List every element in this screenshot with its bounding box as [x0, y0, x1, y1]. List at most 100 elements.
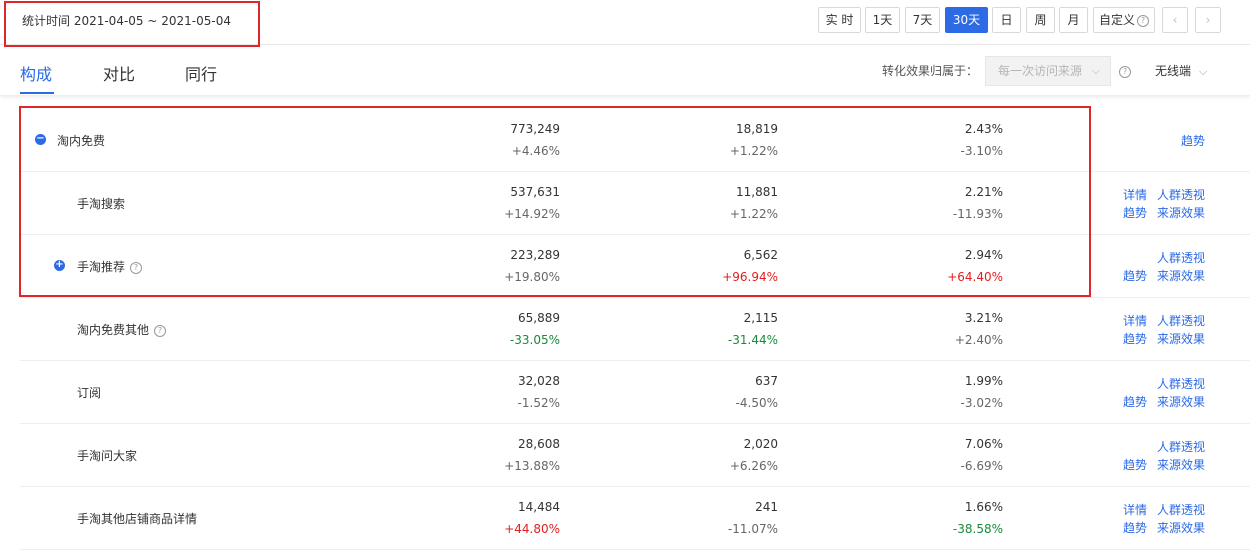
source-name-text: 淘内免费其他: [77, 323, 150, 337]
conversion-change: -3.10%: [960, 144, 1003, 158]
table-row: − 淘内免费 773,249 +4.46% 18,819 +1.22% 2.43…: [20, 108, 1250, 172]
visitors-change: +14.92%: [504, 207, 560, 221]
conversion-change: -11.93%: [952, 207, 1003, 221]
top-bar: 统计时间 2021-04-05 ~ 2021-05-04 实 时 1天 7天 3…: [0, 0, 1250, 45]
device-value: 无线端: [1155, 64, 1192, 78]
chevron-left-icon: ‹: [1172, 13, 1178, 27]
visitors-value: 32,028: [518, 374, 560, 388]
buyers-value: 18,819: [736, 122, 778, 136]
source-effect-link[interactable]: 来源效果: [1157, 330, 1205, 347]
visitors-change: +13.88%: [504, 459, 560, 473]
tab-composition[interactable]: 构成: [20, 61, 52, 85]
help-icon: ?: [1137, 14, 1149, 27]
range-30day-button[interactable]: 30天: [945, 7, 988, 33]
source-name: 手淘搜索: [77, 197, 126, 211]
visitors-change: -33.05%: [509, 333, 560, 347]
table-row: 手淘问大家 28,608 +13.88% 2,020 +6.26% 7.06% …: [20, 423, 1250, 487]
buyers-change: +1.22%: [729, 207, 778, 221]
range-realtime-button[interactable]: 实 时: [818, 7, 861, 33]
range-month-button[interactable]: 月: [1059, 7, 1088, 33]
source-name: 手淘推荐?: [77, 258, 143, 275]
trend-link[interactable]: 趋势: [1123, 267, 1147, 284]
visitors-change: -1.52%: [517, 396, 560, 410]
range-1day-button[interactable]: 1天: [865, 7, 900, 33]
detail-link[interactable]: 详情: [1123, 501, 1147, 518]
next-period-button[interactable]: ›: [1195, 7, 1221, 33]
conversion-value: 2.94%: [964, 248, 1003, 262]
buyers-value: 11,881: [736, 185, 778, 199]
conversion-change: +64.40%: [947, 270, 1003, 284]
trend-link[interactable]: 趋势: [1181, 132, 1205, 149]
buyers-change: +96.94%: [722, 270, 778, 284]
attribution-select[interactable]: 每一次访问来源 ⌵: [985, 56, 1111, 86]
buyers-change: -11.07%: [727, 522, 778, 536]
visitors-value: 14,484: [518, 500, 560, 514]
visitors-change: +19.80%: [504, 270, 560, 284]
stat-time-range: 统计时间 2021-04-05 ~ 2021-05-04: [22, 14, 231, 28]
tab-compare[interactable]: 对比: [103, 61, 135, 85]
source-effect-link[interactable]: 来源效果: [1157, 519, 1205, 536]
crowd-link[interactable]: 人群透视: [1157, 438, 1205, 455]
buyers-value: 6,562: [743, 248, 778, 262]
chevron-down-icon: ⌵: [1199, 65, 1208, 78]
conversion-value: 2.21%: [964, 185, 1003, 199]
trend-link[interactable]: 趋势: [1123, 456, 1147, 473]
range-7day-button[interactable]: 7天: [905, 7, 940, 33]
detail-link[interactable]: 详情: [1123, 312, 1147, 329]
help-icon[interactable]: ?: [130, 261, 143, 274]
table-row: 手淘其他店铺商品详情 14,484 +44.80% 241 -11.07% 1.…: [20, 486, 1250, 550]
custom-label: 自定义: [1098, 13, 1135, 27]
conversion-value: 7.06%: [964, 437, 1003, 451]
crowd-link[interactable]: 人群透视: [1157, 375, 1205, 392]
trend-link[interactable]: 趋势: [1123, 519, 1147, 536]
collapse-icon[interactable]: −: [35, 134, 46, 145]
visitors-value: 28,608: [518, 437, 560, 451]
crowd-link[interactable]: 人群透视: [1157, 186, 1205, 203]
visitors-value: 773,249: [510, 122, 560, 136]
conversion-value: 3.21%: [964, 311, 1003, 325]
conversion-change: +2.40%: [954, 333, 1003, 347]
visitors-value: 223,289: [510, 248, 560, 262]
crowd-link[interactable]: 人群透视: [1157, 249, 1205, 266]
range-week-button[interactable]: 周: [1026, 7, 1055, 33]
active-tab-indicator: [20, 92, 54, 94]
help-icon[interactable]: ?: [1119, 66, 1131, 78]
source-effect-link[interactable]: 来源效果: [1157, 456, 1205, 473]
source-name: 订阅: [77, 386, 102, 400]
range-custom-button[interactable]: 自定义?: [1093, 7, 1155, 33]
visitors-change: +4.46%: [511, 144, 560, 158]
crowd-link[interactable]: 人群透视: [1157, 501, 1205, 518]
source-name: 手淘问大家: [77, 449, 138, 463]
source-effect-link[interactable]: 来源效果: [1157, 204, 1205, 221]
trend-link[interactable]: 趋势: [1123, 393, 1147, 410]
conversion-value: 1.66%: [964, 500, 1003, 514]
detail-link[interactable]: 详情: [1123, 186, 1147, 203]
trend-link[interactable]: 趋势: [1123, 204, 1147, 221]
buyers-value: 637: [755, 374, 778, 388]
crowd-link[interactable]: 人群透视: [1157, 312, 1205, 329]
source-name: 淘内免费: [57, 134, 106, 148]
attribution-value: 每一次访问来源: [998, 64, 1083, 78]
source-name: 手淘其他店铺商品详情: [77, 512, 198, 526]
range-day-button[interactable]: 日: [992, 7, 1021, 33]
buyers-value: 241: [755, 500, 778, 514]
buyers-value: 2,115: [743, 311, 778, 325]
trend-link[interactable]: 趋势: [1123, 330, 1147, 347]
tab-peers[interactable]: 同行: [185, 61, 217, 85]
expand-icon[interactable]: +: [54, 260, 65, 271]
conversion-change: -6.69%: [960, 459, 1003, 473]
source-effect-link[interactable]: 来源效果: [1157, 393, 1205, 410]
source-effect-link[interactable]: 来源效果: [1157, 267, 1205, 284]
table-row: + 手淘推荐? 223,289 +19.80% 6,562 +96.94% 2.…: [20, 234, 1250, 298]
conversion-value: 1.99%: [964, 374, 1003, 388]
help-icon[interactable]: ?: [154, 324, 167, 337]
device-select[interactable]: 无线端 ⌵: [1155, 62, 1207, 79]
table-row: 订阅 32,028 -1.52% 637 -4.50% 1.99% -3.02%…: [20, 360, 1250, 424]
source-name-text: 手淘推荐: [77, 260, 126, 274]
source-name: 淘内免费其他?: [77, 321, 167, 338]
buyers-value: 2,020: [743, 437, 778, 451]
buyers-change: -4.50%: [735, 396, 778, 410]
conversion-change: -38.58%: [952, 522, 1003, 536]
prev-period-button[interactable]: ‹: [1162, 7, 1188, 33]
visitors-value: 65,889: [518, 311, 560, 325]
